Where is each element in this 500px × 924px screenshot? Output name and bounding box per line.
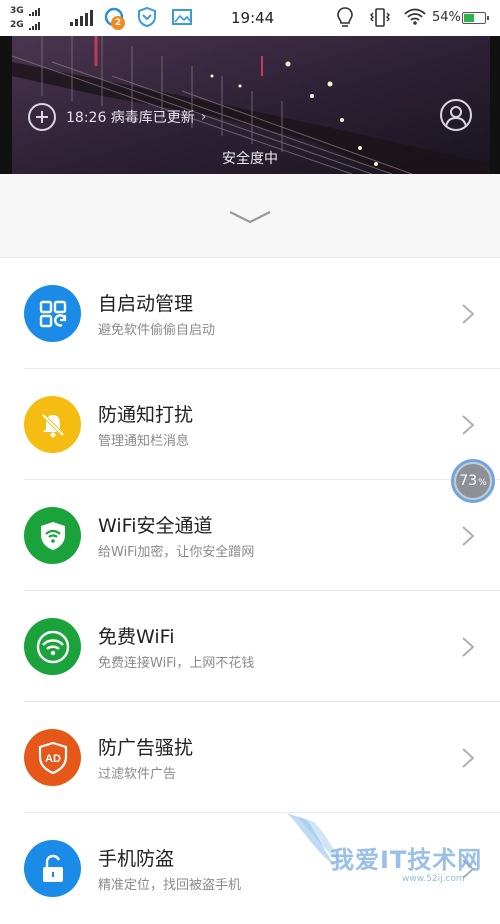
notification-badge: 2 — [111, 16, 125, 30]
chevron-right-icon: › — [200, 109, 207, 125]
signal-strength-icon — [68, 10, 95, 26]
shield-app-icon — [138, 6, 156, 28]
signal-icon — [28, 20, 41, 30]
security-status-text: 安全度中 — [222, 151, 278, 167]
bell-mute-icon — [24, 396, 81, 453]
plus-circle-icon[interactable] — [28, 103, 56, 131]
status-bar: 3G 2G 2 19:44 54% — [0, 0, 500, 36]
item-subtitle: 免费连接WiFi，上网不花钱 — [98, 656, 255, 671]
chevron-right-icon — [462, 859, 475, 879]
battery-icon — [462, 12, 489, 24]
security-header: 18:26 病毒库已更新 › 安全度中 — [0, 36, 500, 174]
chevron-right-icon — [462, 415, 475, 435]
item-title: 防通知打扰 — [98, 404, 194, 426]
user-icon — [445, 106, 467, 128]
list-item-ad-block[interactable]: AD 防广告骚扰 过滤软件广告 — [0, 702, 500, 813]
list-item-wifi-secure-channel[interactable]: WiFi安全通道 给WiFi加密，让你安全蹭网 — [0, 480, 500, 591]
wifi-icon — [404, 8, 426, 25]
chevron-right-icon — [462, 748, 475, 768]
wifi-shield-icon — [24, 507, 81, 564]
chevron-right-icon — [462, 304, 475, 324]
virus-db-update-link[interactable]: 18:26 病毒库已更新 › — [28, 102, 206, 132]
wifi-icon — [24, 618, 81, 675]
bulb-icon — [337, 7, 353, 27]
clock: 19:44 — [231, 9, 275, 27]
memory-usage-float-widget[interactable]: 73% — [451, 459, 495, 503]
network-type-1: 3G — [10, 6, 41, 16]
memory-usage-value: 73 — [459, 473, 478, 489]
item-title: 防广告骚扰 — [98, 737, 194, 759]
user-avatar-button[interactable] — [440, 99, 472, 131]
vibrate-icon — [370, 8, 390, 27]
virus-db-update-text: 18:26 病毒库已更新 — [66, 110, 195, 126]
list-item-notification-block[interactable]: 防通知打扰 管理通知栏消息 — [0, 369, 500, 480]
item-title: 免费WiFi — [98, 626, 175, 648]
list-item-anti-theft[interactable]: 手机防盗 精准定位，找回被盗手机 — [0, 813, 500, 924]
memory-usage-unit: % — [478, 477, 487, 488]
item-subtitle: 管理通知栏消息 — [98, 434, 190, 449]
list-item-autostart[interactable]: 自启动管理 避免软件偷偷自启动 — [0, 258, 500, 369]
item-subtitle: 精准定位，找回被盗手机 — [98, 878, 242, 893]
item-subtitle: 给WiFi加密，让你安全蹭网 — [98, 545, 255, 560]
network-type-2: 2G — [10, 20, 41, 30]
item-subtitle: 过滤软件广告 — [98, 767, 177, 782]
item-title: 自启动管理 — [98, 293, 194, 315]
chevron-right-icon — [462, 526, 475, 546]
signal-icon — [28, 6, 41, 16]
battery-percent: 54% — [432, 10, 461, 25]
list-item-free-wifi[interactable]: 免费WiFi 免费连接WiFi，上网不花钱 — [0, 591, 500, 702]
collapse-handle[interactable] — [0, 174, 500, 258]
chevron-right-icon — [462, 637, 475, 657]
grid-refresh-icon — [24, 285, 81, 342]
item-subtitle: 避免软件偷偷自启动 — [98, 323, 216, 338]
item-title: 手机防盗 — [98, 848, 175, 870]
lock-icon — [24, 840, 81, 897]
chevron-down-icon[interactable] — [228, 210, 272, 224]
feature-list: 自启动管理 避免软件偷偷自启动 防通知打扰 管理通知栏消息 WiFi安全通道 给… — [0, 258, 500, 924]
svg-text:AD: AD — [45, 753, 61, 765]
item-title: WiFi安全通道 — [98, 515, 213, 537]
ad-shield-icon: AD — [24, 729, 81, 786]
gallery-icon — [172, 9, 192, 25]
